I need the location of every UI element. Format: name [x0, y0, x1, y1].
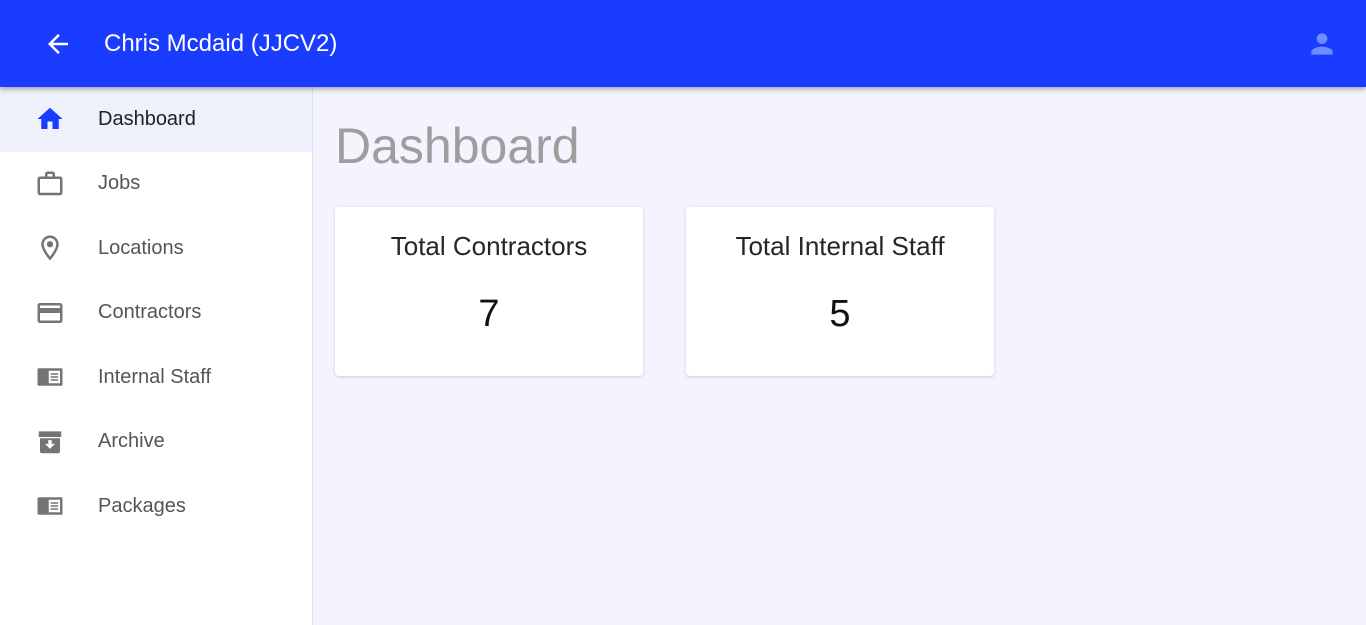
sidebar-item-label: Locations [98, 236, 184, 259]
sidebar-item-packages[interactable]: Packages [0, 474, 312, 539]
sidebar-item-contractors[interactable]: Contractors [0, 281, 312, 346]
stat-card-internal-staff: Total Internal Staff 5 [686, 207, 994, 376]
sidebar-item-label: Dashboard [98, 107, 196, 130]
page-title: Dashboard [335, 118, 580, 174]
home-icon [34, 103, 66, 135]
briefcase-icon [34, 168, 66, 200]
back-button[interactable] [36, 24, 80, 64]
sidebar-item-archive[interactable]: Archive [0, 410, 312, 475]
main-content: Dashboard Total Contractors 7 Total Inte… [313, 87, 1366, 625]
sidebar-item-jobs[interactable]: Jobs [0, 152, 312, 217]
account-button[interactable] [1302, 24, 1342, 64]
account-icon [1311, 33, 1333, 55]
app-bar: Chris Mcdaid (JJCV2) [0, 0, 1366, 87]
card-title: Total Internal Staff [735, 231, 945, 261]
card-value: 5 [829, 293, 851, 335]
sidebar-item-label: Internal Staff [98, 365, 212, 388]
sidebar-item-label: Packages [98, 494, 186, 517]
sidebar-item-label: Contractors [98, 301, 202, 324]
map-pin-icon [34, 232, 66, 264]
sidebar: Dashboard Jobs Locations Contractors Int [0, 87, 313, 625]
card-title: Total Contractors [390, 231, 588, 261]
sidebar-item-label: Jobs [98, 172, 141, 195]
sidebar-item-internal-staff[interactable]: Internal Staff [0, 345, 312, 410]
credit-card-icon [34, 297, 66, 329]
card-value: 7 [478, 293, 500, 335]
sidebar-item-locations[interactable]: Locations [0, 216, 312, 281]
sidebar-item-label: Archive [98, 430, 165, 453]
archive-icon [34, 426, 66, 458]
sidebar-item-dashboard[interactable]: Dashboard [0, 87, 312, 152]
id-card-icon [34, 361, 66, 393]
arrow-left-icon [48, 34, 68, 54]
app-title: Chris Mcdaid (JJCV2) [104, 30, 338, 57]
stat-card-contractors: Total Contractors 7 [335, 207, 643, 376]
id-card-icon [34, 490, 66, 522]
